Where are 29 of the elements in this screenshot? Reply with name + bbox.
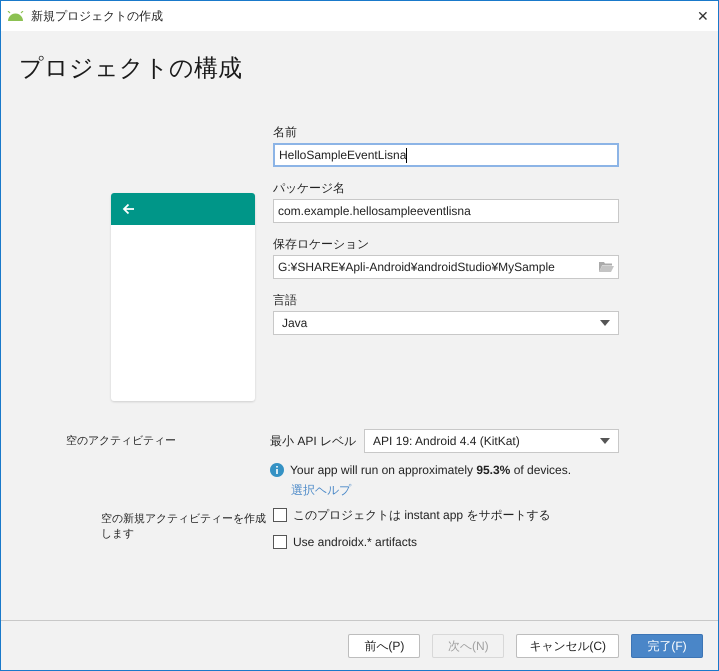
template-name: 空のアクティビティー: [66, 434, 176, 449]
info-icon: [270, 463, 284, 477]
language-dropdown[interactable]: Java: [273, 311, 619, 335]
back-arrow-icon: [122, 203, 135, 215]
close-button[interactable]: ✕: [688, 1, 718, 31]
window-title: 新規プロジェクトの作成: [31, 8, 163, 25]
field-label: 保存ロケーション: [273, 236, 370, 252]
device-coverage-text: Your app will run on approximately 95.3% of devices.: [290, 462, 572, 479]
checkbox[interactable]: [273, 508, 287, 522]
field-label: パッケージ名: [273, 180, 346, 196]
field-label: 言語: [273, 292, 298, 308]
dropdown-caret-icon: [600, 320, 610, 326]
checkbox-label: Use androidx.* artifacts: [293, 534, 418, 551]
package-field[interactable]: com.example.hellosampleeventlisna: [273, 199, 619, 223]
field-label: 名前: [273, 124, 298, 140]
location-field[interactable]: G:¥SHARE¥Apli-Android¥androidStudio¥MySample: [273, 255, 619, 279]
dialog-button[interactable]: キャンセル(C): [516, 634, 619, 658]
android-icon: [7, 11, 24, 21]
page-heading: プロジェクトの構成: [19, 54, 243, 84]
checkbox[interactable]: [273, 535, 287, 549]
dialog-button[interactable]: 前へ(P): [348, 634, 420, 658]
min-api-dropdown[interactable]: API 19: Android 4.4 (KitKat): [364, 429, 619, 453]
dialog-button[interactable]: 完了(F): [631, 634, 703, 658]
name-field[interactable]: HelloSampleEventLisna: [273, 143, 619, 167]
checkbox-label: このプロジェクトは instant app をサポートする: [293, 507, 550, 524]
min-api-label: 最小 API レベル: [270, 433, 356, 450]
dropdown-caret-icon: [600, 438, 610, 444]
text-cursor: [406, 148, 408, 162]
template-description: 空の新規アクティビティーを作成します: [101, 512, 267, 542]
